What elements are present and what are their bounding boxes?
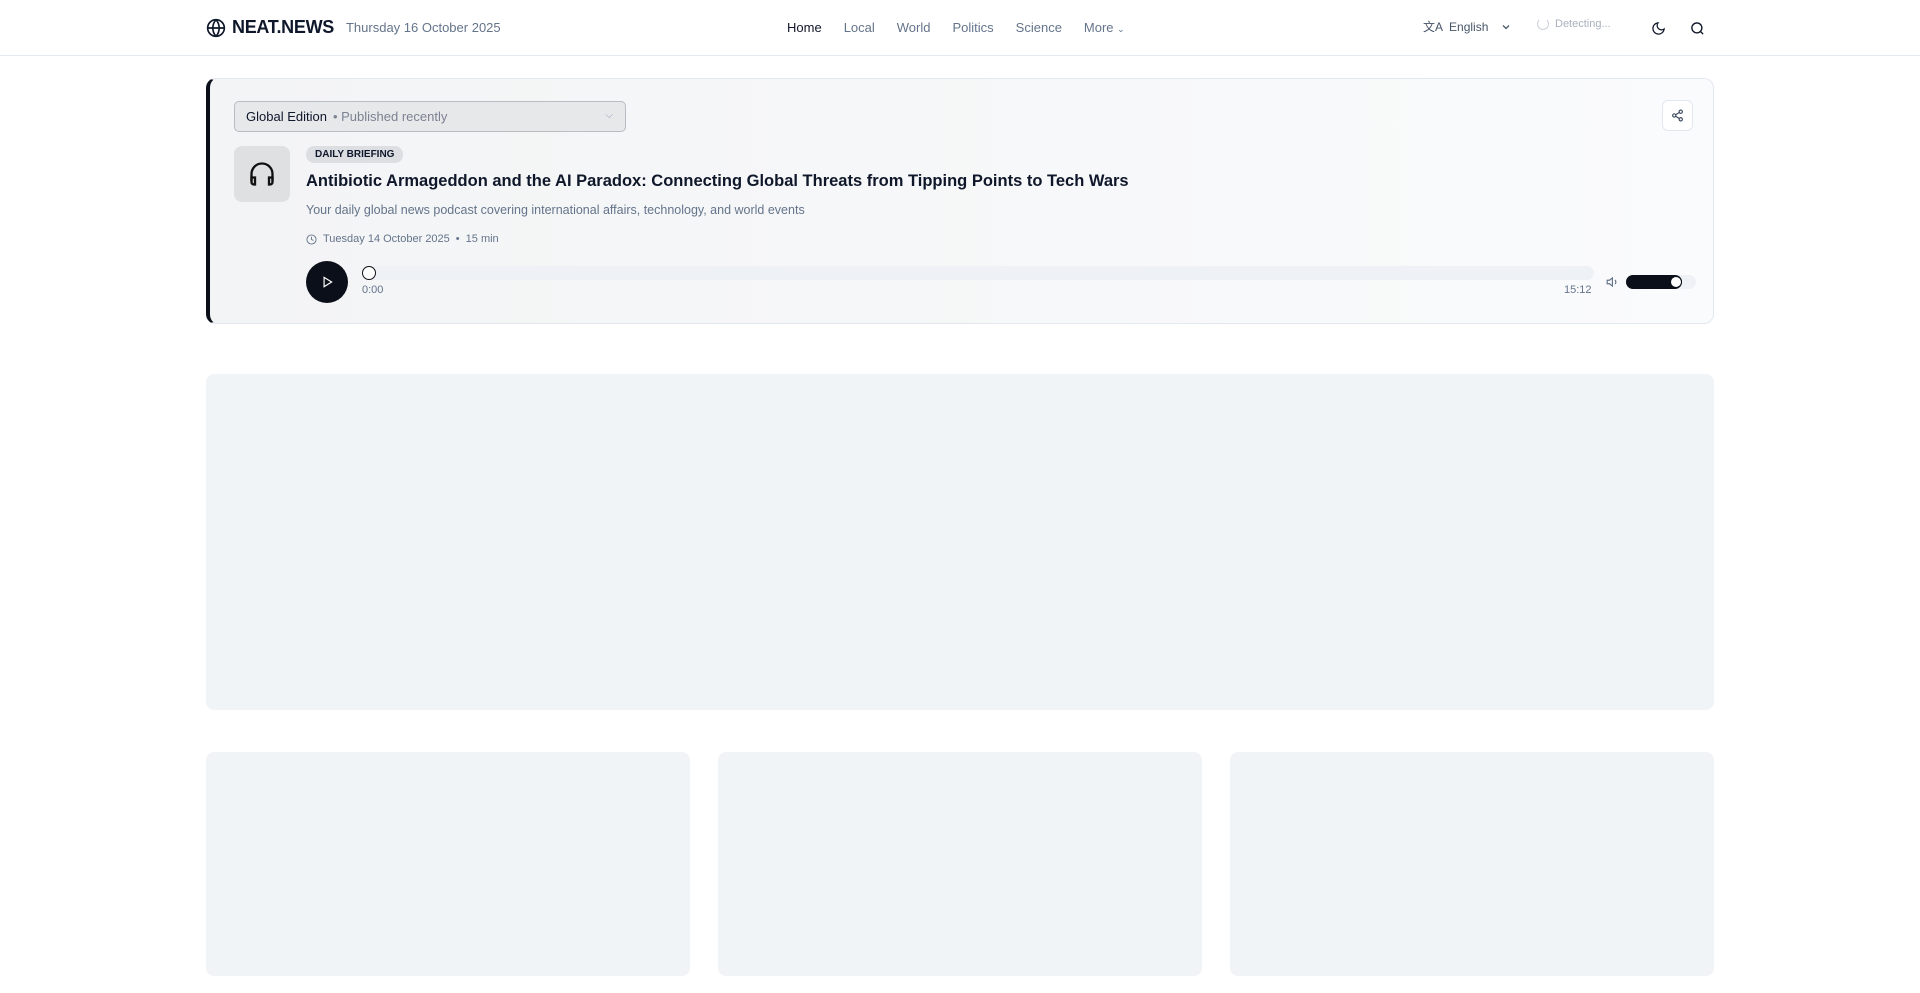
dark-mode-toggle-icon[interactable] bbox=[1651, 21, 1666, 36]
clock-icon bbox=[306, 233, 317, 245]
separator-dot: • bbox=[455, 233, 460, 245]
progress-slider[interactable] bbox=[362, 266, 1594, 280]
play-icon bbox=[323, 276, 333, 288]
play-button[interactable] bbox=[306, 261, 348, 303]
story-card-placeholder bbox=[206, 752, 690, 976]
chevron-down-icon: ⌄ bbox=[1117, 24, 1125, 34]
story-card-placeholder bbox=[718, 752, 1202, 976]
nav-politics[interactable]: Politics bbox=[952, 20, 993, 35]
brand-name: NEAT.NEWS bbox=[232, 17, 334, 37]
edition-select[interactable]: Global Edition • Published recently ⌵ bbox=[234, 101, 626, 132]
nav-more[interactable]: More ⌄ bbox=[1084, 20, 1125, 35]
progress-handle[interactable] bbox=[362, 266, 376, 280]
category-badge: DAILY BRIEFING bbox=[306, 146, 404, 163]
translate-icon: 文A bbox=[1423, 20, 1444, 34]
globe-icon bbox=[206, 18, 226, 37]
featured-story-placeholder bbox=[206, 374, 1714, 710]
search-icon[interactable] bbox=[1690, 21, 1705, 36]
current-time: 0:00 bbox=[362, 284, 384, 296]
nav-more-label: More bbox=[1083, 20, 1114, 35]
edition-status: • Published recently bbox=[332, 109, 448, 124]
share-button[interactable] bbox=[1662, 100, 1693, 131]
brand-logo[interactable]: NEAT.NEWS Thursday 16 October 2025 bbox=[206, 17, 501, 38]
total-time: 15:12 bbox=[1564, 284, 1592, 296]
episode-meta: Tuesday 14 October 2025 • 15 min bbox=[306, 233, 499, 245]
nav-local[interactable]: Local bbox=[844, 20, 875, 35]
location-label: Detecting... bbox=[1555, 18, 1611, 30]
nav-world[interactable]: World bbox=[897, 20, 931, 35]
nav-home[interactable]: Home bbox=[787, 20, 822, 35]
nav-science[interactable]: Science bbox=[1016, 20, 1062, 35]
volume-slider[interactable] bbox=[1626, 275, 1696, 289]
podcast-thumbnail bbox=[234, 146, 290, 202]
episode-duration: 15 min bbox=[465, 233, 499, 245]
episode-title[interactable]: Antibiotic Armageddon and the AI Paradox… bbox=[306, 172, 1129, 191]
current-date: Thursday 16 October 2025 bbox=[345, 20, 501, 35]
story-card-placeholder bbox=[1230, 752, 1714, 976]
main-nav: Home Local World Politics Science More ⌄ bbox=[787, 20, 1125, 35]
share-icon bbox=[1672, 109, 1683, 122]
chevron-down-icon: ⌵ bbox=[605, 110, 613, 121]
spinner-icon bbox=[1537, 18, 1549, 30]
episode-date: Tuesday 14 October 2025 bbox=[323, 233, 450, 245]
edition-label: Global Edition bbox=[246, 109, 327, 124]
language-label: English bbox=[1449, 19, 1489, 34]
volume-icon[interactable] bbox=[1606, 275, 1620, 289]
episode-description: Your daily global news podcast covering … bbox=[306, 203, 805, 217]
language-selector[interactable]: 文A English bbox=[1423, 18, 1512, 35]
podcast-player-card: Global Edition • Published recently ⌵ DA… bbox=[206, 78, 1714, 324]
location-status: Detecting... bbox=[1537, 18, 1611, 30]
headphones-icon bbox=[250, 162, 274, 186]
chevron-down-icon bbox=[1502, 24, 1510, 29]
site-header: NEAT.NEWS Thursday 16 October 2025 Home … bbox=[0, 0, 1920, 56]
volume-handle[interactable] bbox=[1670, 276, 1682, 288]
